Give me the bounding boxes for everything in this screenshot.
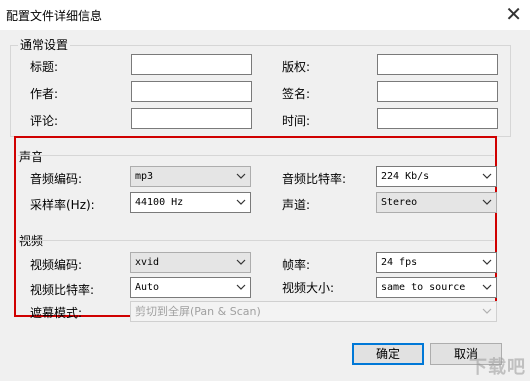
comment-input[interactable] [131,108,252,129]
time-label: 时间: [282,114,311,128]
video-size-value: same to source [381,282,466,293]
chevron-down-icon [482,278,492,297]
title-bar: 配置文件详细信息 ✕ [0,0,530,30]
chevron-down-icon [482,193,492,212]
samplerate-select[interactable]: 44100 Hz [130,192,251,213]
chevron-down-icon [482,167,492,186]
mask-mode-label: 遮幕模式: [30,306,83,320]
video-bitrate-label: 视频比特率: [30,283,95,297]
chevron-down-icon [236,253,246,272]
watermark-logo: 下载吧 [469,357,526,378]
ok-button[interactable]: 确定 [352,343,424,365]
title-input[interactable] [131,54,252,75]
chevron-down-icon [236,167,246,186]
chevron-down-icon [482,253,492,272]
audio-bitrate-select[interactable]: 224 Kb/s [376,166,497,187]
samplerate-label: 采样率(Hz): [30,198,95,212]
mask-mode-select: 剪切到全屏(Pan & Scan) [130,301,497,322]
video-size-select[interactable]: same to source [376,277,497,298]
video-bitrate-select[interactable]: Auto [130,277,251,298]
video-codec-value: xvid [135,257,160,268]
signature-input[interactable] [377,81,498,102]
general-settings-group-label: 通常设置 [18,36,71,53]
author-label: 作者: [30,87,59,101]
audio-bitrate-value: 224 Kb/s [381,171,430,182]
audio-codec-select[interactable]: mp3 [130,166,251,187]
chevron-down-icon [236,278,246,297]
copyright-input[interactable] [377,54,498,75]
channel-label: 声道: [282,198,311,212]
framerate-label: 帧率: [282,258,311,272]
channel-value: Stereo [381,197,418,208]
audio-codec-value: mp3 [135,171,154,182]
channel-select[interactable]: Stereo [376,192,497,213]
samplerate-value: 44100 Hz [135,197,184,208]
audio-codec-label: 音频编码: [30,172,83,186]
mask-mode-value: 剪切到全屏(Pan & Scan) [135,305,261,318]
chevron-down-icon [236,193,246,212]
video-bitrate-value: Auto [135,282,160,293]
framerate-select[interactable]: 24 fps [376,252,497,273]
video-size-label: 视频大小: [282,281,335,295]
video-codec-select[interactable]: xvid [130,252,251,273]
comment-label: 评论: [30,114,59,128]
video-codec-label: 视频编码: [30,258,83,272]
signature-label: 签名: [282,87,311,101]
dialog-title: 配置文件详细信息 [6,9,103,23]
author-input[interactable] [131,81,252,102]
chevron-down-icon [482,302,492,321]
framerate-value: 24 fps [381,257,418,268]
time-input[interactable] [377,108,498,129]
copyright-label: 版权: [282,60,311,74]
close-icon[interactable]: ✕ [505,2,522,26]
title-label: 标题: [30,60,59,74]
audio-group-line [18,155,494,157]
audio-bitrate-label: 音频比特率: [282,172,347,186]
video-group-line [18,240,494,242]
